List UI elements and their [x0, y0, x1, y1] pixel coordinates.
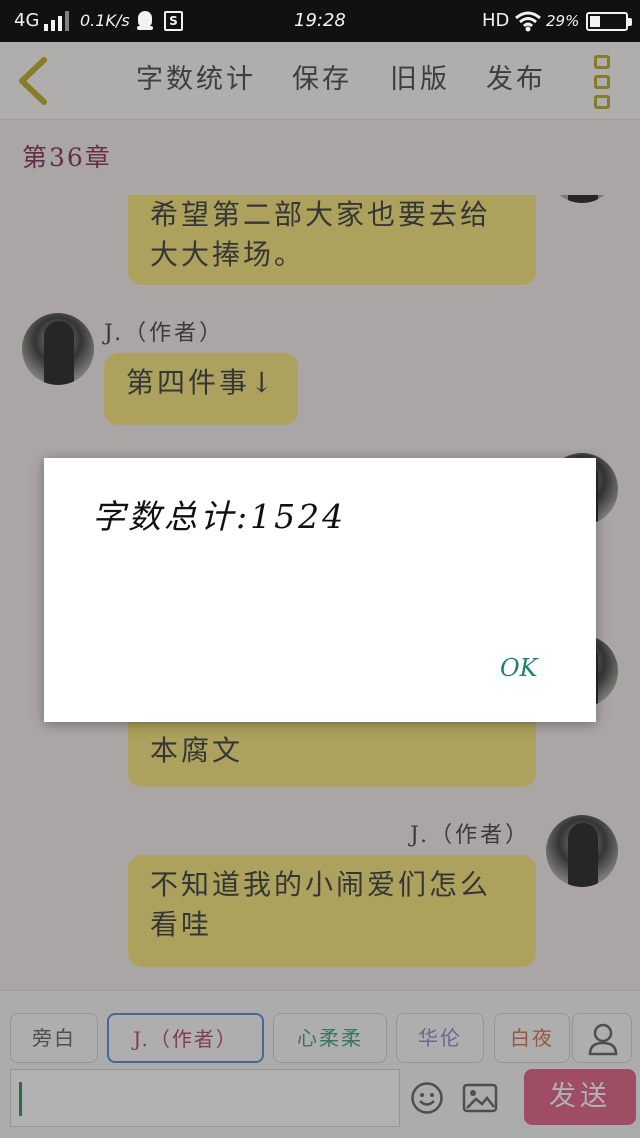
status-bar: 4G 0.1K/s S 19:28 HD 29% [0, 0, 640, 42]
word-count-dialog: 字数总计:1524 OK [44, 458, 596, 722]
word-count-message: 字数总计:1524 [92, 497, 347, 536]
ok-button[interactable]: OK [500, 654, 538, 682]
hd-indicator: HD [482, 10, 510, 31]
network-type: 4G [14, 10, 40, 31]
network-speed: 0.1K/s [80, 11, 130, 30]
clock: 19:28 [294, 10, 346, 31]
qq-icon [137, 11, 153, 31]
signal-icon [44, 11, 70, 31]
battery-icon [586, 12, 632, 31]
wifi-icon [515, 11, 541, 32]
battery-percent: 29% [546, 12, 580, 30]
s-app-icon: S [164, 11, 183, 31]
